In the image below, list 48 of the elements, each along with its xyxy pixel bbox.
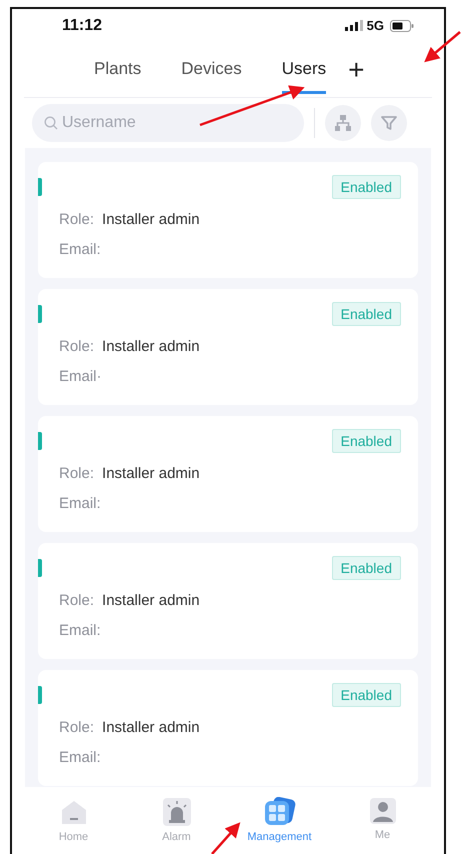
role-label: Role: — [59, 338, 94, 354]
user-card[interactable]: Enabled Role: Installer admin Email· — [38, 289, 418, 405]
role-label: Role: — [59, 464, 94, 482]
user-card[interactable]: Enabled Role: Installer admin Email: — [38, 543, 418, 659]
alarm-light-icon — [162, 797, 192, 827]
tab[interactable]: Plants — [94, 45, 142, 94]
email-label: Email: — [59, 748, 101, 766]
accent-bar — [38, 305, 42, 323]
role-value: Installer admin — [102, 718, 200, 736]
grid-icon — [264, 797, 296, 827]
accent-bar — [38, 559, 42, 577]
role-value: Installer admin — [102, 338, 200, 354]
search-field[interactable]: Username — [32, 104, 304, 142]
add-button[interactable]: + — [344, 56, 368, 84]
accent-bar — [38, 432, 42, 450]
status-badge: Enabled — [332, 683, 401, 707]
user-card[interactable]: Enabled Role: Installer admin Email: — [38, 670, 418, 786]
role-label: Role: — [59, 592, 94, 608]
role-value: Installer admin — [102, 592, 200, 608]
accent-bar — [38, 178, 42, 196]
user-card[interactable]: Enabled Role: Installer admin Email: — [38, 162, 418, 278]
status-badge: Enabled — [332, 429, 401, 453]
role-label: Role: — [59, 718, 94, 736]
role-value: Installer admin — [102, 464, 200, 482]
email-label: Email: — [59, 494, 101, 512]
filter-button[interactable] — [371, 105, 407, 141]
tab[interactable]: Users — [282, 45, 326, 94]
email-label: Email· — [59, 368, 102, 384]
status-badge: Enabled — [332, 302, 401, 326]
annotation-arrow — [211, 822, 240, 854]
annotation-arrow — [424, 31, 461, 62]
role-value: Installer admin — [102, 210, 200, 228]
status-time: 11:12 — [62, 16, 102, 34]
email-label: Email: — [59, 240, 101, 258]
tab[interactable]: Devices — [181, 45, 242, 94]
signal-icon — [344, 20, 363, 31]
accent-bar — [38, 686, 42, 704]
hierarchy-button[interactable] — [325, 105, 361, 141]
person-icon — [368, 797, 396, 825]
role-label: Role: — [59, 210, 94, 228]
email-label: Email: — [59, 622, 101, 638]
user-card[interactable]: Enabled Role: Installer admin Email: — [38, 416, 418, 532]
network-label: 5G — [366, 18, 384, 33]
status-badge: Enabled — [332, 556, 401, 580]
filter-icon — [381, 115, 397, 131]
battery-icon — [390, 20, 414, 32]
hierarchy-icon — [334, 114, 352, 132]
status-badge: Enabled — [332, 175, 401, 199]
